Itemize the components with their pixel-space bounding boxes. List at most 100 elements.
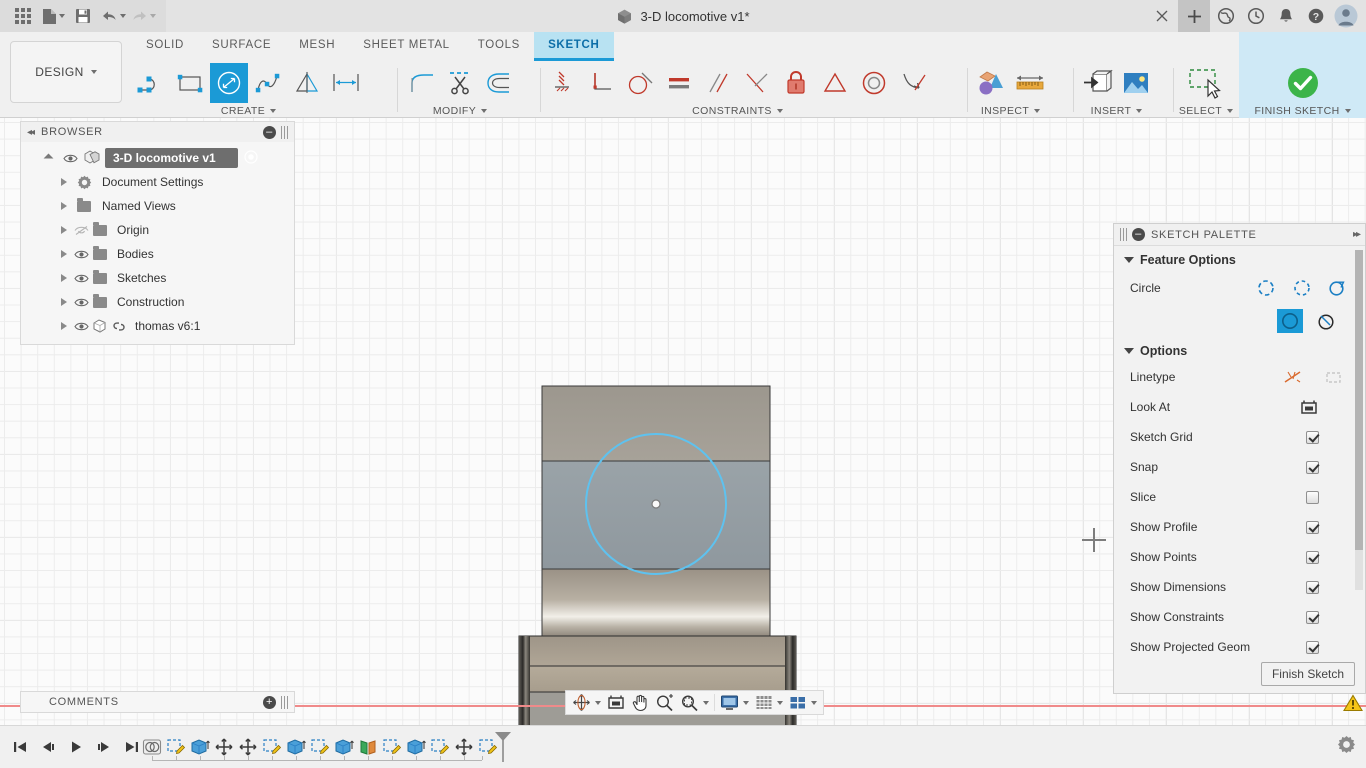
select-window-tool[interactable]: [1178, 63, 1234, 103]
center-diameter-circle-icon[interactable]: [1253, 276, 1279, 300]
tree-row-thomas-component[interactable]: thomas v6:1: [21, 314, 294, 338]
browser-drag-handle[interactable]: [281, 125, 288, 139]
sketch-grid-checkbox[interactable]: [1306, 430, 1319, 444]
curvature-constraint[interactable]: [894, 63, 932, 103]
avatar[interactable]: [1332, 2, 1360, 30]
fit-icon[interactable]: [677, 692, 712, 713]
pan-icon[interactable]: [628, 692, 652, 713]
palette-minimize-icon[interactable]: –: [1132, 228, 1145, 241]
tree-row-sketches[interactable]: Sketches: [21, 266, 294, 290]
workspace-selector[interactable]: DESIGN: [10, 41, 122, 103]
visibility-eye-icon[interactable]: [73, 249, 90, 260]
tab-sheet-metal[interactable]: SHEET METAL: [349, 32, 464, 61]
visibility-eye-icon[interactable]: [73, 273, 90, 284]
new-tab-icon[interactable]: [1178, 0, 1210, 32]
three-tangent-circle-icon[interactable]: [1313, 309, 1339, 333]
collapse-right-icon[interactable]: ▸▸: [1353, 229, 1361, 240]
visibility-eye-icon[interactable]: [73, 297, 90, 308]
visibility-eye-hidden-icon[interactable]: [73, 225, 90, 236]
concentric-constraint[interactable]: [855, 63, 893, 103]
tab-surface[interactable]: SURFACE: [198, 32, 285, 61]
symmetry-constraint[interactable]: [816, 63, 854, 103]
palette-scrollbar[interactable]: [1355, 250, 1363, 590]
clock-icon[interactable]: [1242, 2, 1270, 30]
show-points-checkbox[interactable]: [1306, 550, 1319, 564]
help-icon[interactable]: ?: [1302, 2, 1330, 30]
look-at-icon[interactable]: [1296, 395, 1322, 419]
show-profile-checkbox[interactable]: [1306, 520, 1319, 534]
expand-arrow-icon[interactable]: [61, 202, 67, 210]
rectangle-tool[interactable]: [171, 63, 209, 103]
collapse-left-icon[interactable]: ◂◂: [27, 127, 35, 138]
orbit-icon[interactable]: [569, 692, 604, 713]
gear-icon[interactable]: [1337, 735, 1356, 759]
two-point-circle-icon[interactable]: [1289, 276, 1315, 300]
insert-derive-tool[interactable]: [1078, 63, 1116, 103]
tree-row-document-settings[interactable]: Document Settings: [21, 170, 294, 194]
parallel-constraint[interactable]: [699, 63, 737, 103]
offset-tool[interactable]: [480, 63, 518, 103]
timeline-end-marker[interactable]: [494, 731, 512, 768]
show-dimensions-checkbox[interactable]: [1306, 580, 1319, 594]
section-options[interactable]: Options: [1114, 337, 1365, 362]
tab-mesh[interactable]: MESH: [285, 32, 349, 61]
three-point-circle-icon[interactable]: [1325, 276, 1351, 300]
slice-checkbox[interactable]: [1306, 490, 1319, 504]
grid-snaps-icon[interactable]: [752, 692, 786, 713]
equal-constraint[interactable]: [660, 63, 698, 103]
activate-component-radio[interactable]: [244, 149, 258, 167]
go-to-beginning-icon[interactable]: [8, 734, 32, 760]
comments-add-icon[interactable]: +: [263, 695, 276, 709]
step-forward-icon[interactable]: [92, 734, 116, 760]
spline-tool[interactable]: [249, 63, 287, 103]
display-settings-icon[interactable]: [717, 692, 752, 713]
two-tangent-circle-icon[interactable]: [1277, 309, 1303, 333]
tree-row-named-views[interactable]: Named Views: [21, 194, 294, 218]
tree-row-root[interactable]: 3-D locomotive v1: [21, 146, 294, 170]
insert-image-tool[interactable]: [1117, 63, 1155, 103]
visibility-eye-icon[interactable]: [73, 321, 90, 332]
bell-icon[interactable]: [1272, 2, 1300, 30]
warning-triangle-icon[interactable]: [1343, 694, 1363, 717]
tree-row-construction[interactable]: Construction: [21, 290, 294, 314]
mirror-tool[interactable]: [288, 63, 326, 103]
visibility-eye-icon[interactable]: [62, 153, 79, 164]
tree-row-bodies[interactable]: Bodies: [21, 242, 294, 266]
tab-solid[interactable]: SOLID: [132, 32, 198, 61]
snap-checkbox[interactable]: [1306, 460, 1319, 474]
globe-icon[interactable]: [1212, 2, 1240, 30]
finish-sketch-check-icon[interactable]: [1273, 63, 1333, 103]
expand-arrow-icon[interactable]: [43, 153, 54, 163]
comments-panel[interactable]: COMMENTS +: [20, 691, 295, 713]
expand-arrow-icon[interactable]: [61, 250, 67, 258]
perpendicular-constraint[interactable]: [582, 63, 620, 103]
section-feature-options[interactable]: Feature Options: [1114, 246, 1365, 271]
finish-sketch-button[interactable]: Finish Sketch: [1260, 662, 1355, 686]
line-tool[interactable]: [132, 63, 170, 103]
browser-minimize-icon[interactable]: –: [263, 125, 276, 139]
expand-arrow-icon[interactable]: [61, 226, 67, 234]
tangent-constraint[interactable]: [621, 63, 659, 103]
palette-drag-handle[interactable]: [1120, 228, 1127, 241]
ribbon-group-finish-sketch[interactable]: FINISH SKETCH: [1239, 32, 1366, 118]
show-projected-geom-checkbox[interactable]: [1306, 640, 1319, 654]
show-constraints-checkbox[interactable]: [1306, 610, 1319, 624]
fillet-tool[interactable]: [402, 63, 440, 103]
viewports-icon[interactable]: [786, 692, 820, 713]
horizontal-vertical-constraint[interactable]: [543, 63, 581, 103]
dimension-tool[interactable]: [327, 63, 365, 103]
measure-tool[interactable]: [1011, 63, 1049, 103]
collinear-constraint[interactable]: [738, 63, 776, 103]
expand-arrow-icon[interactable]: [61, 298, 67, 306]
construction-linetype-icon[interactable]: [1279, 365, 1305, 389]
tree-row-origin[interactable]: Origin: [21, 218, 294, 242]
play-icon[interactable]: [64, 734, 88, 760]
expand-arrow-icon[interactable]: [61, 274, 67, 282]
trim-tool[interactable]: [441, 63, 479, 103]
circle-tool[interactable]: [210, 63, 248, 103]
fix-constraint[interactable]: [777, 63, 815, 103]
look-at-icon[interactable]: [604, 692, 628, 713]
zoom-icon[interactable]: [652, 692, 677, 713]
expand-arrow-icon[interactable]: [61, 322, 67, 330]
tab-sketch[interactable]: SKETCH: [534, 32, 614, 61]
